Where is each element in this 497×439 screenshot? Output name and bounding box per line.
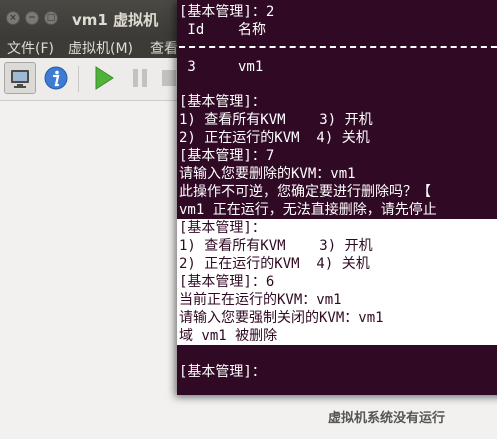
terminal-line-selected: 请输入您要强制关闭的KVM：vm1: [177, 309, 497, 327]
terminal-line: 请输入您要删除的KVM：vm1: [179, 166, 356, 182]
terminal-line-selected: 当前正在运行的KVM：vm1: [177, 291, 497, 309]
terminal-prompt-line[interactable]: [基本管理]：: [179, 363, 266, 381]
vm-not-running-message: 虚拟机系统没有运行: [328, 411, 446, 426]
console-view-button[interactable]: [4, 62, 36, 94]
details-view-button[interactable]: [40, 62, 72, 94]
run-icon: [95, 66, 114, 90]
terminal-line: Id 名称: [179, 22, 267, 38]
terminal-line-selected: [基本管理]：: [177, 219, 497, 237]
terminal-line-selected: [基本管理]：6: [177, 273, 497, 291]
terminal-line: 2) 正在运行的KVM 4) 关机: [179, 130, 370, 146]
terminal-line: vm1 正在运行，无法直接删除，请先停止: [179, 202, 437, 218]
window-title: vm1 虚拟机: [72, 11, 159, 29]
terminal-line: [基本管理]：: [179, 94, 266, 110]
info-icon: [44, 66, 68, 90]
desktop: × − □ vm1 虚拟机 文件(F) 虚拟机(M) 查看 虚拟机系统没有运行 …: [0, 0, 497, 439]
minimize-window-button[interactable]: −: [25, 11, 39, 25]
close-window-button[interactable]: ×: [6, 11, 20, 25]
shutdown-icon: [162, 70, 176, 86]
terminal-line: [基本管理]：2: [179, 4, 275, 20]
terminal-line: 3 vm1: [179, 59, 264, 75]
terminal-line: 1) 查看所有KVM 3) 开机: [179, 112, 373, 128]
menu-file[interactable]: 文件(F): [7, 38, 54, 58]
terminal-line-selected: 1) 查看所有KVM 3) 开机: [177, 237, 497, 255]
terminal-window[interactable]: [基本管理]：2 Id 名称 3 vm1 [基本管理]： 1) 查看所有KVM …: [177, 0, 497, 395]
pause-icon: [133, 69, 147, 87]
console-icon: [11, 70, 29, 88]
terminal-line-selected: 2) 正在运行的KVM 4) 关机: [177, 255, 497, 273]
menu-view[interactable]: 查看: [150, 38, 178, 58]
maximize-icon: □: [46, 13, 56, 23]
maximize-window-button[interactable]: □: [44, 11, 58, 25]
terminal-line: [基本管理]：7: [179, 148, 275, 164]
close-icon: ×: [9, 13, 17, 23]
menu-virtual-machine[interactable]: 虚拟机(M): [68, 38, 133, 58]
pause-button[interactable]: [124, 62, 156, 94]
terminal-line-selected: 域 vm1 被删除: [177, 327, 497, 345]
terminal-divider: [179, 46, 497, 48]
minimize-icon: −: [28, 13, 36, 23]
run-button[interactable]: [88, 62, 120, 94]
terminal-line: 此操作不可逆，您确定要进行删除吗？【: [179, 184, 431, 200]
toolbar-separator: [78, 66, 79, 92]
